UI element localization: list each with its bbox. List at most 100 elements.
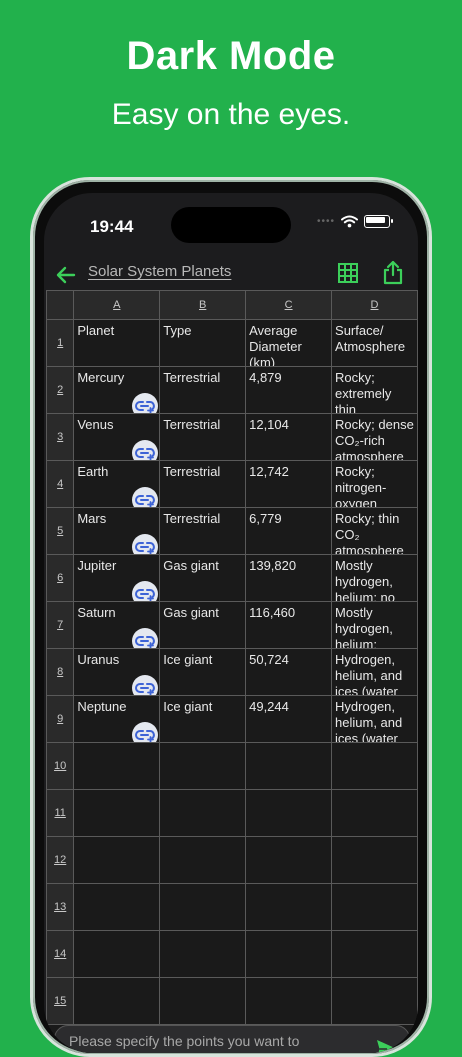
table-cell[interactable] xyxy=(159,742,247,790)
ai-edit-button[interactable] xyxy=(132,487,159,507)
table-cell[interactable]: 49,244 xyxy=(245,695,333,743)
table-cell[interactable] xyxy=(159,930,247,978)
table-cell[interactable]: Hydrogen, helium, and ices (water xyxy=(331,695,418,743)
table-cell[interactable] xyxy=(159,883,247,931)
table-cell[interactable] xyxy=(245,742,333,790)
table-cell[interactable] xyxy=(245,836,333,884)
table-cell[interactable]: Terrestrial xyxy=(159,366,247,414)
column-header-c[interactable]: C xyxy=(245,290,333,320)
row-header[interactable]: 4 xyxy=(46,460,75,508)
table-cell[interactable]: 4,879 xyxy=(245,366,333,414)
table-cell[interactable] xyxy=(331,883,418,931)
ai-edit-button[interactable] xyxy=(132,675,159,695)
row-header[interactable]: 3 xyxy=(46,413,75,461)
row-header[interactable]: 8 xyxy=(46,648,75,696)
table-cell[interactable]: Terrestrial xyxy=(159,507,247,555)
corner-cell[interactable] xyxy=(46,290,75,320)
ai-edit-button[interactable] xyxy=(132,393,159,413)
back-arrow-icon[interactable] xyxy=(52,261,80,289)
table-cell[interactable] xyxy=(159,836,247,884)
table-cell[interactable] xyxy=(331,930,418,978)
table-cell[interactable]: Uranus xyxy=(73,648,161,696)
table-cell[interactable] xyxy=(245,977,333,1025)
table-cell[interactable]: 12,104 xyxy=(245,413,333,461)
row-header[interactable]: 12 xyxy=(46,836,75,884)
table-cell[interactable]: Terrestrial xyxy=(159,413,247,461)
table-cell[interactable] xyxy=(73,836,161,884)
table-cell[interactable]: Type xyxy=(159,319,247,367)
app-bar: Solar System Planets xyxy=(44,255,418,295)
table-cell[interactable] xyxy=(73,742,161,790)
table-cell[interactable]: Gas giant xyxy=(159,601,247,649)
table-cell[interactable] xyxy=(245,930,333,978)
ai-edit-button[interactable] xyxy=(132,534,159,554)
row-header[interactable]: 5 xyxy=(46,507,75,555)
row-header[interactable]: 11 xyxy=(46,789,75,837)
row-header[interactable]: 13 xyxy=(46,883,75,931)
table-cell[interactable]: 12,742 xyxy=(245,460,333,508)
table-cell[interactable] xyxy=(73,930,161,978)
table-cell[interactable] xyxy=(73,883,161,931)
column-header-d[interactable]: D xyxy=(331,290,418,320)
ai-edit-button[interactable] xyxy=(132,440,159,460)
cell-value: Terrestrial xyxy=(163,511,221,526)
spreadsheet-grid[interactable]: A B C D 1 Planet Type Average Diameter (km)… xyxy=(46,290,418,1053)
row-header[interactable]: 7 xyxy=(46,601,75,649)
ai-edit-button[interactable] xyxy=(132,722,159,742)
table-cell[interactable]: Neptune xyxy=(73,695,161,743)
table-cell[interactable]: Rocky; extremely thin exosphere xyxy=(331,366,418,414)
table-cell[interactable] xyxy=(331,742,418,790)
row-header[interactable]: 10 xyxy=(46,742,75,790)
share-icon[interactable] xyxy=(381,259,405,285)
table-cell[interactable]: Saturn xyxy=(73,601,161,649)
table-cell[interactable]: Mars xyxy=(73,507,161,555)
table-cell[interactable] xyxy=(73,977,161,1025)
table-cell[interactable]: Mostly hydrogen, helium; no xyxy=(331,554,418,602)
table-cell[interactable]: 139,820 xyxy=(245,554,333,602)
ai-edit-button[interactable] xyxy=(132,581,159,601)
table-cell[interactable]: Planet xyxy=(73,319,161,367)
table-cell[interactable]: Terrestrial xyxy=(159,460,247,508)
row-header[interactable]: 1 xyxy=(46,319,75,367)
table-cell[interactable]: Ice giant xyxy=(159,695,247,743)
table-cell[interactable]: Earth xyxy=(73,460,161,508)
table-cell[interactable] xyxy=(245,789,333,837)
row-header[interactable]: 9 xyxy=(46,695,75,743)
row-header[interactable]: 2 xyxy=(46,366,75,414)
send-icon[interactable] xyxy=(375,1038,399,1053)
table-cell[interactable]: Jupiter xyxy=(73,554,161,602)
table-cell[interactable]: Venus xyxy=(73,413,161,461)
table-cell[interactable] xyxy=(159,977,247,1025)
table-cell[interactable]: 116,460 xyxy=(245,601,333,649)
table-cell[interactable]: Mercury xyxy=(73,366,161,414)
status-icons: •••• xyxy=(317,215,393,228)
spreadsheet-table[interactable]: A B C D 1 Planet Type Average Diameter (km)… xyxy=(46,290,418,1025)
table-cell[interactable]: Average Diameter (km) xyxy=(245,319,333,367)
sheet-title[interactable]: Solar System Planets xyxy=(88,263,231,280)
table-cell[interactable] xyxy=(331,789,418,837)
table-cell[interactable] xyxy=(73,789,161,837)
table-cell[interactable]: Surface/ Atmosphere xyxy=(331,319,418,367)
table-cell[interactable] xyxy=(331,836,418,884)
table-cell[interactable]: Rocky; dense CO₂-rich atmosphere xyxy=(331,413,418,461)
row-header[interactable]: 14 xyxy=(46,930,75,978)
table-cell[interactable] xyxy=(331,977,418,1025)
row-header[interactable]: 6 xyxy=(46,554,75,602)
column-header-b[interactable]: B xyxy=(159,290,247,320)
table-cell[interactable] xyxy=(159,789,247,837)
table-cell[interactable]: Gas giant xyxy=(159,554,247,602)
ai-edit-button[interactable] xyxy=(132,628,159,648)
ai-prompt-input[interactable]: Please specify the points you want to ch… xyxy=(54,1025,410,1053)
table-cell[interactable]: Hydrogen, helium, and ices (water xyxy=(331,648,418,696)
table-cell[interactable]: 6,779 xyxy=(245,507,333,555)
grid-icon[interactable] xyxy=(337,262,359,284)
table-cell[interactable]: Rocky; thin CO₂ atmosphere xyxy=(331,507,418,555)
column-header-a[interactable]: A xyxy=(73,290,161,320)
table-cell[interactable]: Mostly hydrogen, helium; xyxy=(331,601,418,649)
table-cell[interactable]: 50,724 xyxy=(245,648,333,696)
cell-value: Terrestrial xyxy=(163,464,221,479)
row-header[interactable]: 15 xyxy=(46,977,75,1025)
table-cell[interactable]: Rocky; nitrogen-oxygen xyxy=(331,460,418,508)
table-cell[interactable]: Ice giant xyxy=(159,648,247,696)
table-cell[interactable] xyxy=(245,883,333,931)
